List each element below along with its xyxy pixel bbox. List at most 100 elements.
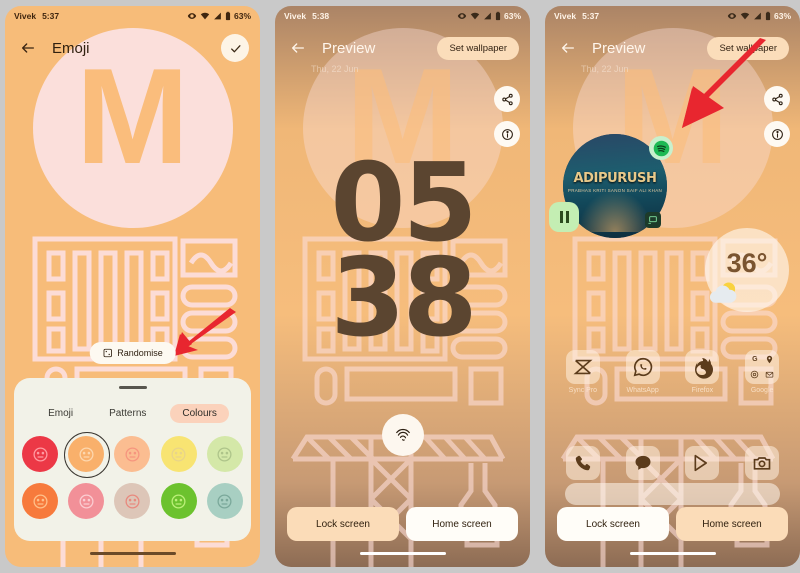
set-wallpaper-button[interactable]: Set wallpaper <box>437 36 519 60</box>
whatsapp-glyph-icon <box>633 357 652 377</box>
clock-minutes: 38 <box>330 236 477 362</box>
cast-glyph-icon <box>648 216 657 224</box>
wifi-icon <box>200 12 210 20</box>
screenshot-stage: M Vivek 5:37 63% Emoji Randomise Emoji P… <box>0 0 800 573</box>
lock-screen-tab[interactable]: Lock screen <box>557 507 669 541</box>
colour-swatch[interactable] <box>68 483 105 519</box>
randomise-chip[interactable]: Randomise <box>89 342 176 364</box>
info-button[interactable] <box>764 121 790 147</box>
arrow-left-icon <box>22 43 34 53</box>
date-label: Thu, 22 Jun <box>311 64 359 74</box>
style-tabs: Emoji Patterns Colours <box>14 404 251 423</box>
colour-swatch[interactable] <box>160 436 197 472</box>
app-firefox[interactable]: Firefox <box>673 350 733 394</box>
maps-icon <box>763 353 777 367</box>
back-button[interactable] <box>556 36 580 60</box>
weather-widget[interactable]: 36° <box>705 228 789 312</box>
arrow-left-icon <box>292 43 304 53</box>
app-sync-pro[interactable]: Sync Pro <box>553 350 613 394</box>
emoji-face-icon <box>217 446 232 462</box>
screen-type-toggle: Lock screen Home screen <box>545 507 800 541</box>
phone-panel-home-preview: M Vivek 5:37 63% Preview Set wallpaper T… <box>540 0 800 573</box>
set-wallpaper-button[interactable]: Set wallpaper <box>707 36 789 60</box>
screen-emoji-editor: M Vivek 5:37 63% Emoji Randomise Emoji P… <box>5 6 260 567</box>
check-icon <box>230 44 240 52</box>
status-bar-left: Vivek 5:37 <box>14 11 59 21</box>
lock-screen-tab[interactable]: Lock screen <box>287 507 399 541</box>
colour-swatch[interactable] <box>160 483 197 519</box>
gesture-bar <box>629 552 716 555</box>
tab-emoji[interactable]: Emoji <box>36 404 85 423</box>
battery-icon <box>765 11 771 21</box>
eye-icon <box>727 13 737 19</box>
colour-swatch[interactable] <box>206 483 243 519</box>
colour-swatch[interactable] <box>114 483 151 519</box>
spotify-glyph-icon <box>653 140 669 156</box>
fingerprint-button[interactable] <box>381 414 424 456</box>
google-search-icon: G <box>752 356 758 364</box>
colour-swatch[interactable] <box>22 483 59 519</box>
app-label: Sync Pro <box>568 387 598 394</box>
share-icon <box>501 93 513 105</box>
emoji-face-icon <box>33 493 48 509</box>
signal-icon <box>214 12 221 20</box>
pause-bar-left <box>559 211 563 223</box>
sheet-drag-handle[interactable] <box>118 386 147 389</box>
signal-icon <box>754 12 761 20</box>
pause-button[interactable] <box>549 202 579 232</box>
messages-icon <box>625 446 660 480</box>
dock-camera[interactable] <box>732 446 792 480</box>
lock-screen-clock: 05 38 <box>275 150 530 362</box>
emoji-face-icon <box>171 446 186 462</box>
eye-icon <box>457 13 467 19</box>
back-button[interactable] <box>286 36 310 60</box>
page-title: Preview <box>322 39 376 57</box>
app-label: WhatsApp <box>626 387 659 394</box>
status-bar-left: Vivek 5:37 <box>554 11 599 21</box>
search-pill[interactable] <box>565 483 780 505</box>
camera-icon <box>745 446 780 480</box>
home-screen-tab[interactable]: Home screen <box>406 507 518 541</box>
share-button[interactable] <box>764 86 790 112</box>
dock-phone[interactable] <box>553 446 613 480</box>
app-label: Google <box>750 387 774 394</box>
colour-swatch[interactable] <box>114 436 151 472</box>
back-button[interactable] <box>16 36 40 60</box>
dock-row <box>545 446 800 480</box>
cast-icon[interactable] <box>645 212 661 228</box>
colour-swatch[interactable] <box>22 436 59 472</box>
style-picker-sheet: Emoji Patterns Colours <box>14 378 251 541</box>
media-widget[interactable]: ADIPURUSH PRABHAS KRITI SANON SAIF ALI K… <box>549 134 673 238</box>
preview-action-buttons <box>494 86 520 147</box>
tab-colours[interactable]: Colours <box>170 404 229 423</box>
date-label: Thu, 22 Jun <box>581 64 629 74</box>
app-row-1: Sync Pro WhatsApp Firefox G Google <box>545 350 800 394</box>
album-title: ADIPURUSH <box>573 171 657 187</box>
tab-patterns[interactable]: Patterns <box>97 404 158 423</box>
battery-icon <box>495 11 501 21</box>
emoji-face-icon <box>79 493 94 509</box>
emoji-face-icon <box>79 446 94 462</box>
phone-panel-lock-preview: 05 M <box>270 0 535 573</box>
colour-swatch[interactable] <box>206 436 243 472</box>
info-button[interactable] <box>494 121 520 147</box>
status-bar: Vivek 5:37 63% <box>545 6 800 26</box>
emoji-face-icon <box>125 446 140 462</box>
home-screen-tab[interactable]: Home screen <box>676 507 788 541</box>
app-whatsapp[interactable]: WhatsApp <box>613 350 673 394</box>
dock-play-store[interactable] <box>673 446 733 480</box>
share-button[interactable] <box>494 86 520 112</box>
colour-swatch[interactable] <box>64 432 111 478</box>
confirm-button[interactable] <box>221 34 249 62</box>
info-icon <box>771 128 783 140</box>
phone-panel-emoji-editor: M Vivek 5:37 63% Emoji Randomise Emoji P… <box>0 0 265 573</box>
camera-glyph-icon <box>753 457 771 470</box>
app-google-folder[interactable]: G Google <box>732 350 792 394</box>
clock-label: 5:38 <box>312 11 330 21</box>
battery-percent-label: 63% <box>773 11 791 21</box>
dock-messages[interactable] <box>613 446 673 480</box>
pause-bar-right <box>565 211 569 223</box>
google-folder-icon: G <box>745 350 780 384</box>
dice-icon <box>103 348 112 358</box>
partly-cloudy-icon <box>709 282 737 303</box>
